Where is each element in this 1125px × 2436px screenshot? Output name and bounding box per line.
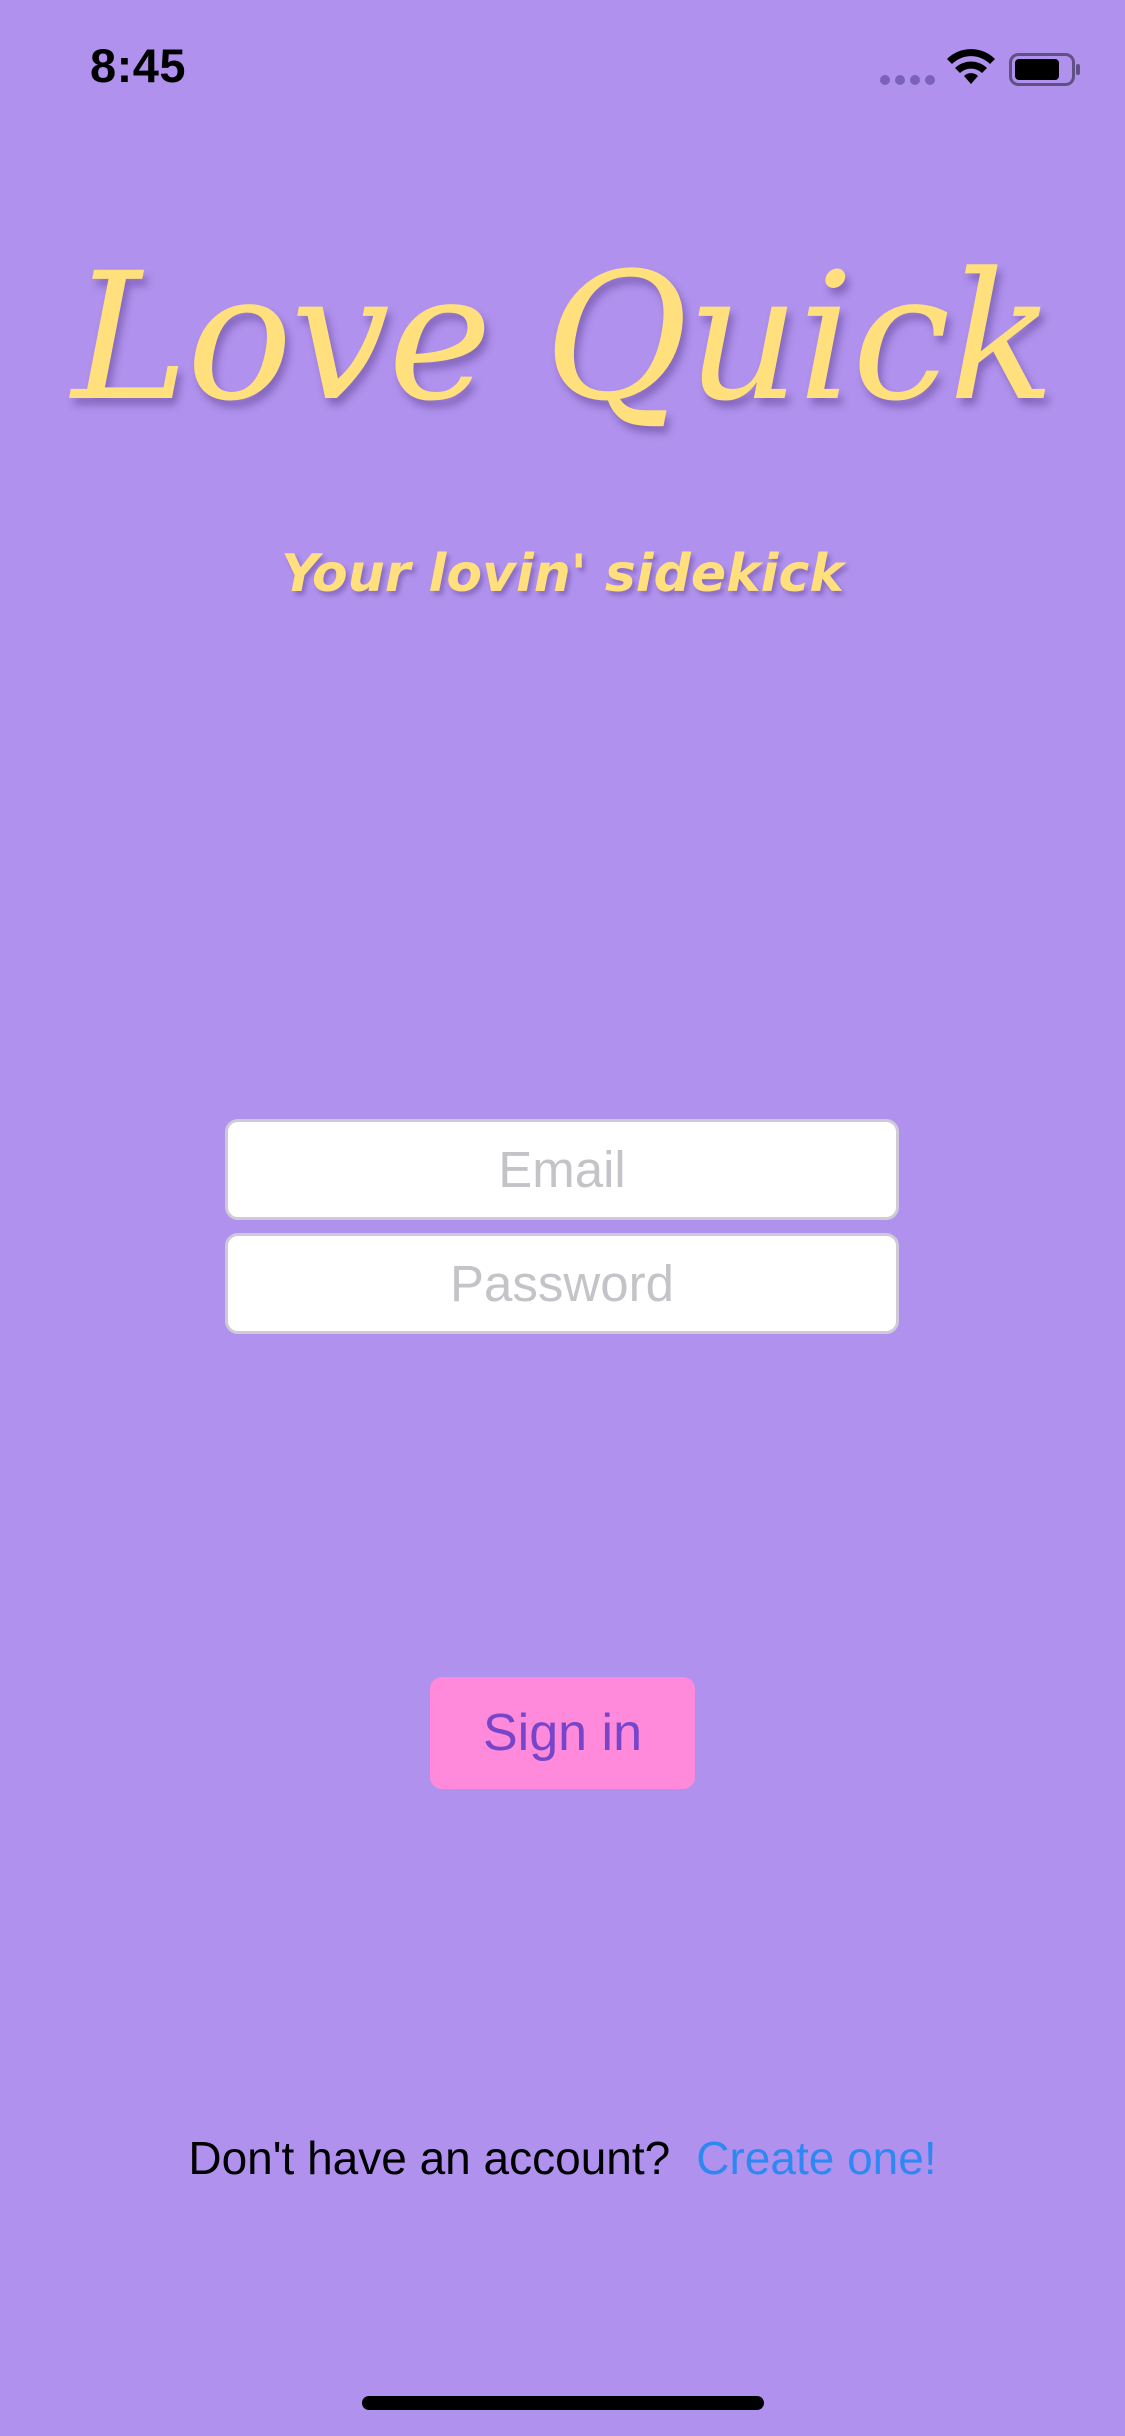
battery-icon — [1009, 53, 1080, 86]
signup-prompt-text: Don't have an account? — [188, 2132, 671, 2184]
app-subtitle: Your lovin' sidekick — [281, 544, 844, 604]
status-bar: 8:45 — [0, 0, 1125, 132]
status-time: 8:45 — [90, 39, 187, 92]
create-account-link[interactable]: Create one! — [696, 2132, 936, 2184]
email-field[interactable] — [225, 1119, 899, 1220]
app-title: Love Quick — [71, 235, 1056, 440]
sign-in-button[interactable]: Sign in — [430, 1677, 695, 1789]
password-field[interactable] — [225, 1233, 899, 1334]
cellular-dots-icon — [880, 72, 936, 86]
wifi-icon — [947, 49, 995, 84]
signup-prompt: Don't have an account? Create one! — [0, 2130, 1125, 2186]
home-indicator[interactable] — [362, 2396, 764, 2410]
